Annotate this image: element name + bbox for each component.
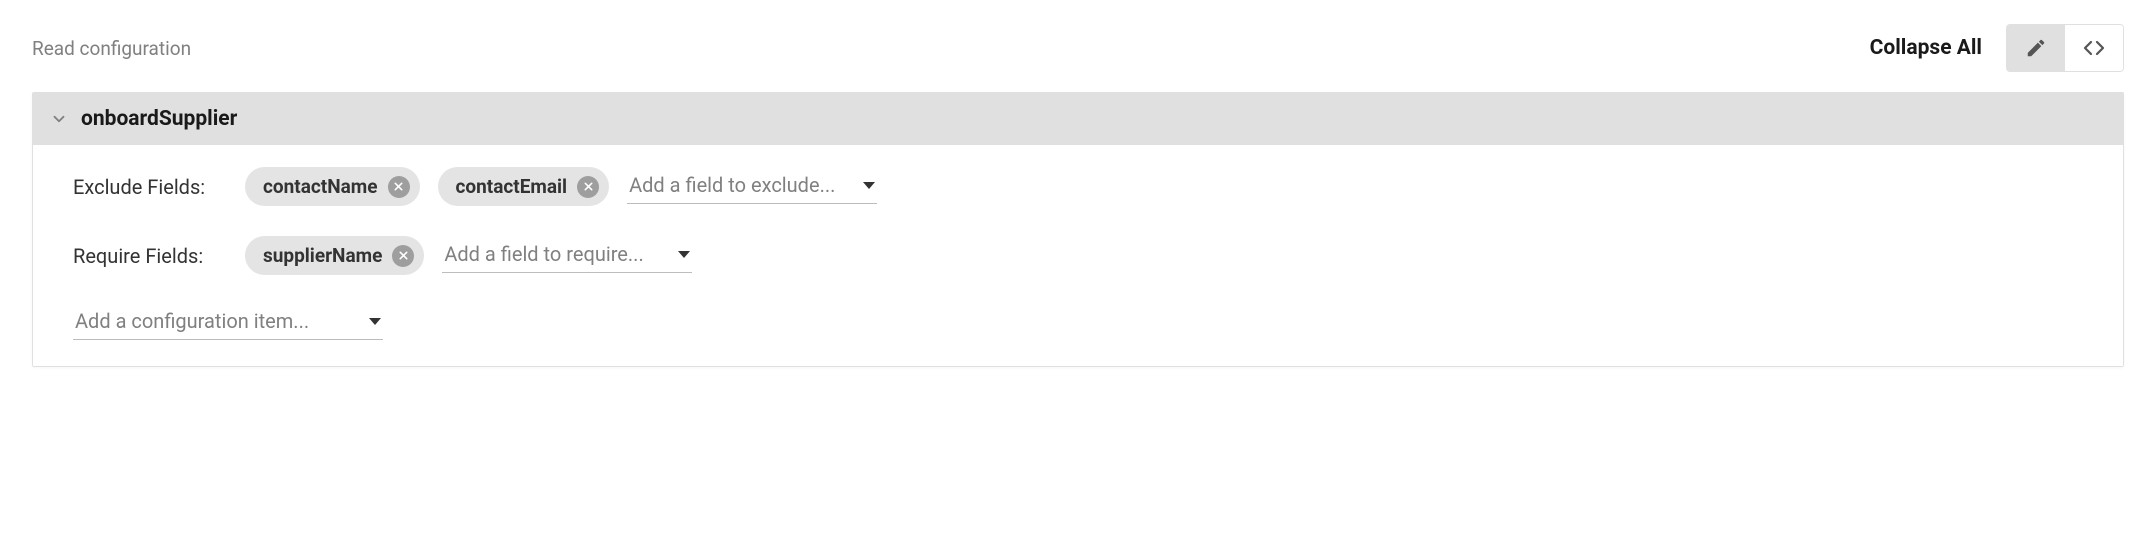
panel-title: onboardSupplier bbox=[81, 107, 237, 131]
require-fields-row: Require Fields: supplierName Add a field… bbox=[73, 236, 2083, 275]
exclude-fields-row: Exclude Fields: contactName contactEmail bbox=[73, 167, 2083, 206]
header-row: Read configuration Collapse All bbox=[32, 24, 2124, 72]
chip-label: supplierName bbox=[263, 244, 382, 267]
close-icon bbox=[583, 181, 594, 192]
add-config-item-dropdown[interactable]: Add a configuration item... bbox=[73, 305, 383, 340]
chip-remove-button[interactable] bbox=[392, 245, 414, 267]
caret-down-icon bbox=[678, 251, 690, 258]
pencil-icon bbox=[2025, 37, 2047, 59]
edit-mode-button[interactable] bbox=[2007, 25, 2065, 71]
page-title: Read configuration bbox=[32, 37, 191, 60]
add-config-row: Add a configuration item... bbox=[73, 305, 2083, 340]
config-panel: onboardSupplier Exclude Fields: contactN… bbox=[32, 92, 2124, 367]
close-icon bbox=[398, 250, 409, 261]
collapse-all-button[interactable]: Collapse All bbox=[1870, 36, 1982, 60]
chip-contactname: contactName bbox=[245, 167, 420, 206]
chip-remove-button[interactable] bbox=[577, 176, 599, 198]
dropdown-placeholder: Add a configuration item... bbox=[75, 309, 309, 333]
dropdown-placeholder: Add a field to exclude... bbox=[629, 173, 835, 197]
chip-label: contactEmail bbox=[456, 175, 568, 198]
caret-down-icon bbox=[369, 318, 381, 325]
panel-body: Exclude Fields: contactName contactEmail bbox=[33, 145, 2123, 366]
chip-label: contactName bbox=[263, 175, 378, 198]
chip-remove-button[interactable] bbox=[388, 176, 410, 198]
require-fields-label: Require Fields: bbox=[73, 244, 227, 268]
chip-contactemail: contactEmail bbox=[438, 167, 610, 206]
panel-header[interactable]: onboardSupplier bbox=[33, 93, 2123, 145]
add-require-field-dropdown[interactable]: Add a field to require... bbox=[442, 238, 692, 273]
caret-down-icon bbox=[863, 182, 875, 189]
chip-suppliername: supplierName bbox=[245, 236, 424, 275]
code-icon bbox=[2082, 36, 2106, 60]
header-controls: Collapse All bbox=[1870, 24, 2124, 72]
chevron-down-icon bbox=[49, 109, 69, 129]
dropdown-placeholder: Add a field to require... bbox=[444, 242, 643, 266]
code-mode-button[interactable] bbox=[2065, 25, 2123, 71]
view-mode-toggle bbox=[2006, 24, 2124, 72]
add-exclude-field-dropdown[interactable]: Add a field to exclude... bbox=[627, 169, 877, 204]
exclude-fields-label: Exclude Fields: bbox=[73, 175, 227, 199]
close-icon bbox=[393, 181, 404, 192]
